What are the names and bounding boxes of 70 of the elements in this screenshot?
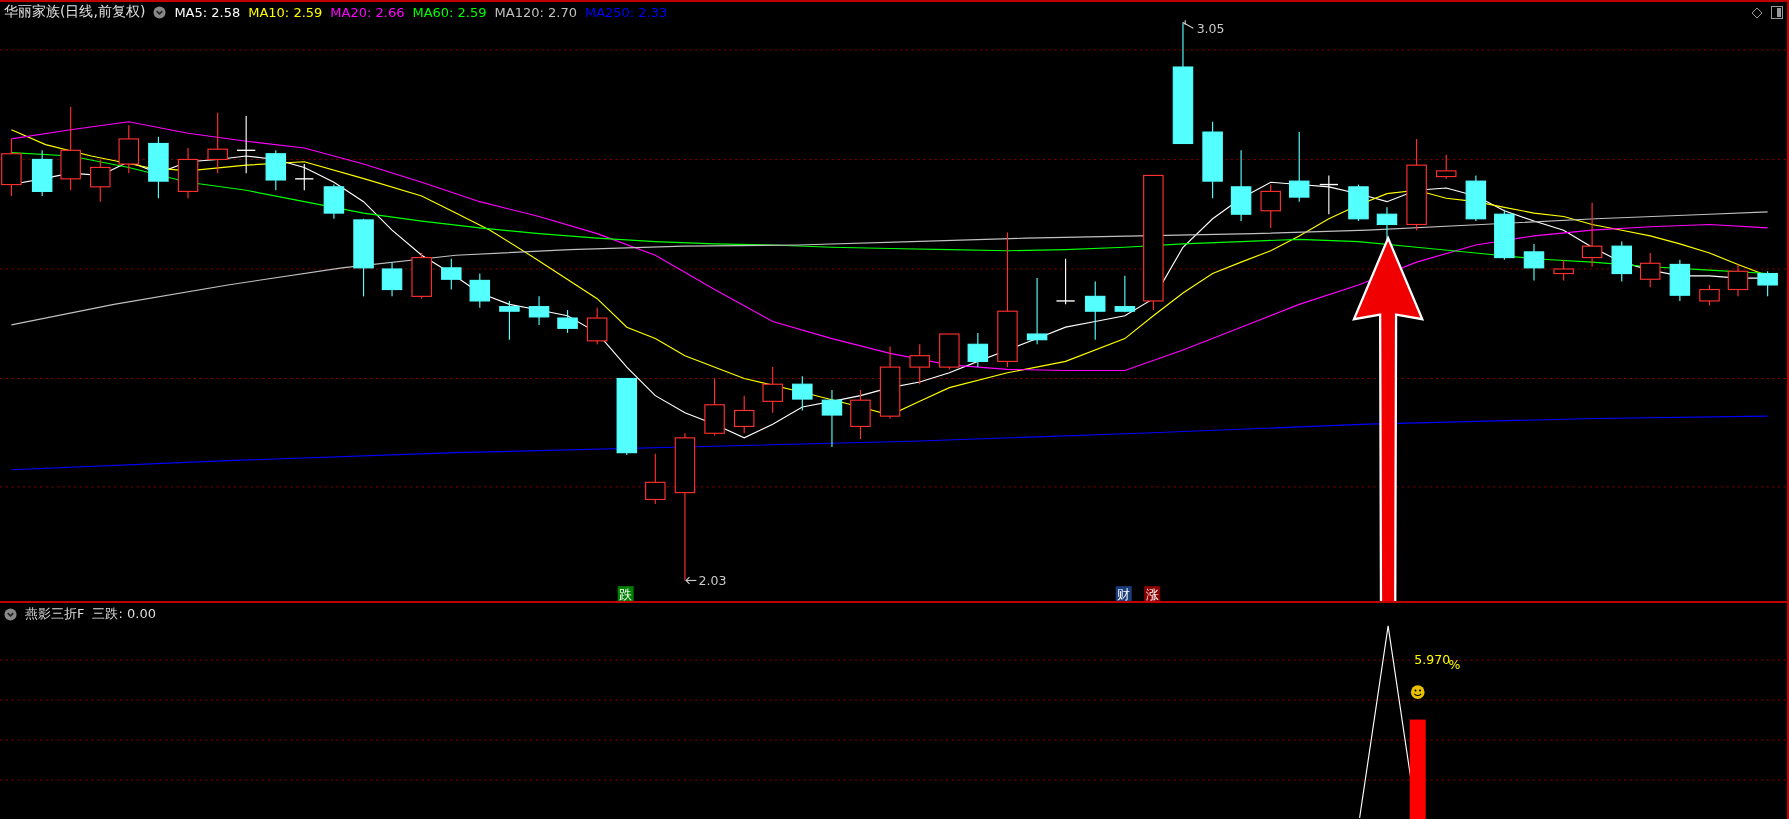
indicator-reading: 三跌: 0.00: [92, 605, 156, 623]
moving-average-label: MA5: 2.58: [174, 4, 241, 20]
candlestick: [469, 273, 491, 309]
candlestick: [967, 332, 989, 368]
dropdown-icon[interactable]: [153, 5, 167, 19]
candlestick: [148, 136, 169, 199]
chart-title: 华丽家族(日线,前复权): [4, 3, 146, 21]
candlestick: [704, 377, 725, 437]
candlestick: [265, 149, 287, 191]
leader-line: [685, 576, 697, 585]
smiley-icon: [1410, 685, 1425, 699]
indicator-title: 燕影三折F: [25, 605, 85, 623]
candlestick: [90, 158, 111, 203]
indicator-value: 5.970: [1414, 651, 1451, 667]
candlestick: [528, 295, 550, 326]
candlestick: [411, 252, 432, 300]
candlestick: [1288, 131, 1310, 203]
candlestick: [1055, 258, 1076, 305]
candlestick: [1553, 259, 1574, 281]
candlestick: [762, 366, 783, 414]
candlestick: [557, 309, 578, 334]
event-marker[interactable]: 财: [1115, 586, 1132, 601]
candlestick: [850, 389, 871, 440]
diamond-icon[interactable]: [1751, 6, 1763, 19]
candlestick: [1727, 263, 1749, 297]
candlestick: [118, 124, 140, 174]
candlestick: [381, 261, 403, 297]
candlestick: [1436, 154, 1457, 180]
moving-average-label: MA60: 2.59: [412, 4, 487, 20]
candlestick: [909, 343, 930, 385]
candlestick: [586, 307, 608, 345]
panel-toggle-icon[interactable]: [1771, 6, 1783, 19]
moving-average-label: MA250: 2.33: [584, 4, 668, 20]
candlestick: [207, 112, 228, 174]
candlestick: [441, 258, 462, 291]
candlestick: [1084, 280, 1106, 341]
candlestick: [236, 115, 256, 174]
candlestick: [499, 300, 520, 341]
price-label: 2.03: [698, 573, 727, 589]
candlestick: [31, 149, 53, 197]
moving-average-label: MA10: 2.59: [248, 4, 323, 20]
candlestick: [1611, 241, 1632, 283]
leader-line: [1182, 19, 1194, 29]
candlestick: [1348, 184, 1369, 222]
candlestick: [1699, 284, 1720, 307]
candlestick: [645, 453, 666, 505]
candlestick: [1494, 209, 1515, 261]
candlestick: [323, 184, 345, 220]
candlestick: [1757, 270, 1778, 297]
candlestick: [1523, 243, 1545, 281]
event-marker[interactable]: 涨: [1144, 586, 1161, 601]
candlestick: [821, 389, 843, 448]
candlestick: [1114, 275, 1136, 313]
moving-average-label: MA20: 2.66: [330, 4, 405, 20]
dropdown-icon[interactable]: [4, 607, 17, 621]
candlestick: [1581, 202, 1603, 268]
price-label: 3.05: [1196, 20, 1225, 36]
candlestick: [1260, 184, 1281, 229]
candlestick: [1026, 277, 1048, 345]
candlestick: [733, 395, 755, 434]
candlestick: [294, 163, 315, 191]
moving-average-label: MA120: 2.70: [494, 4, 577, 20]
candlestick: [1465, 174, 1487, 222]
candlestick: [939, 333, 960, 370]
candlestick: [1669, 259, 1691, 302]
candlestick: [177, 147, 199, 199]
candlestick: [792, 375, 813, 412]
candlestick: [1319, 174, 1339, 215]
candlestick: [1640, 252, 1661, 288]
event-marker[interactable]: 跌: [617, 586, 634, 601]
